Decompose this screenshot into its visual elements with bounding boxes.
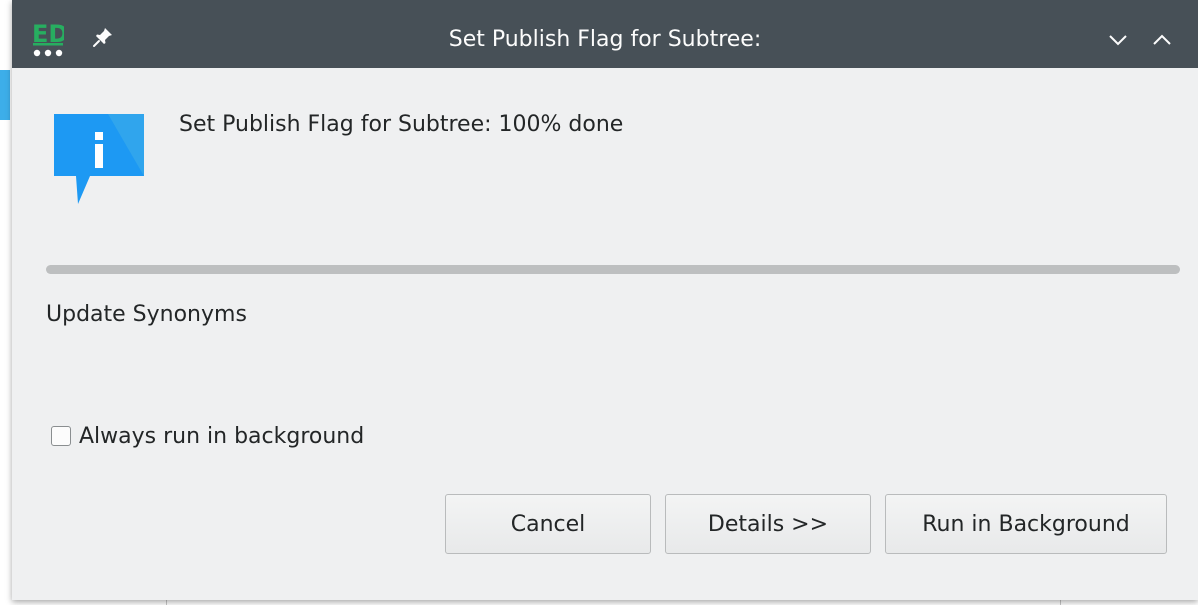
checkbox-box[interactable] [51, 426, 71, 446]
run-in-background-button[interactable]: Run in Background [885, 494, 1167, 554]
progress-bar-fill [46, 265, 1180, 274]
details-button[interactable]: Details >> [665, 494, 871, 554]
checkbox-label[interactable]: Always run in background [79, 424, 364, 449]
progress-message: Set Publish Flag for Subtree: 100% done [179, 112, 624, 137]
always-background-checkbox[interactable]: Always run in background [51, 420, 364, 452]
info-icon [54, 114, 144, 204]
minimize-chevron-down-icon[interactable] [1106, 28, 1130, 52]
background-accent [0, 70, 10, 120]
title-bar[interactable]: ED Set Publish Flag for Subtree: [12, 0, 1198, 68]
maximize-chevron-up-icon[interactable] [1150, 28, 1174, 52]
progress-bar [46, 265, 1180, 274]
progress-dialog: ED Set Publish Flag for Subtree: Set Pub… [12, 0, 1198, 600]
window-title: Set Publish Flag for Subtree: [448, 27, 762, 52]
cancel-button[interactable]: Cancel [445, 494, 651, 554]
subtask-label: Update Synonyms [46, 302, 247, 327]
